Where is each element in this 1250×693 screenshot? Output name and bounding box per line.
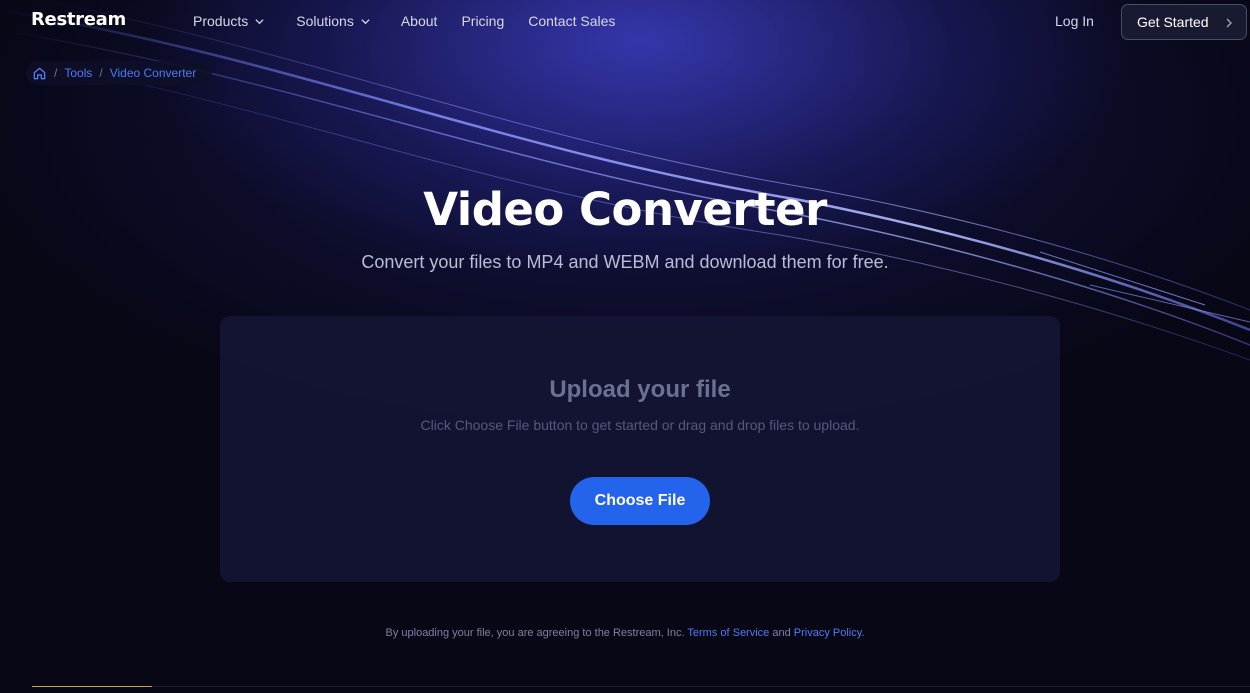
nav-item-label: Contact Sales (528, 13, 616, 29)
nav-item-pricing[interactable]: Pricing (461, 13, 504, 29)
chevron-right-icon (1226, 18, 1232, 28)
chevron-down-icon (255, 18, 264, 24)
note-prefix: By uploading your file, you are agreeing… (385, 627, 685, 639)
nav-item-label: Pricing (461, 13, 505, 29)
nav-item-products[interactable]: Products (193, 13, 264, 29)
chevron-down-icon (361, 18, 370, 24)
note-suffix: . (861, 627, 865, 639)
bottom-divider (152, 686, 1250, 687)
upload-title: Upload your file (549, 376, 731, 403)
restream-logo[interactable]: Restream (31, 9, 126, 30)
page-title: Video Converter (423, 183, 827, 236)
page-subtitle: Convert your files to MP4 and WEBM and d… (361, 252, 889, 272)
upload-dropzone[interactable]: Upload your file Click Choose File butto… (220, 316, 1060, 582)
privacy-policy-link[interactable]: Privacy Policy (794, 627, 862, 639)
breadcrumb-separator: / (54, 66, 58, 80)
nav-item-label: About (400, 13, 438, 29)
login-link[interactable]: Log In (1055, 13, 1094, 29)
home-icon[interactable] (32, 66, 47, 81)
breadcrumb-separator: / (99, 66, 103, 80)
note-conjunction: and (772, 627, 791, 639)
upload-agreement-note: By uploading your file, you are agreeing… (0, 627, 1250, 639)
nav-item-solutions[interactable]: Solutions (296, 13, 370, 29)
nav-item-label: Solutions (296, 13, 354, 29)
get-started-button[interactable]: Get Started (1121, 4, 1247, 40)
nav-item-about[interactable]: About (401, 13, 438, 29)
main-menu: Products Solutions About Pricing Contact… (193, 13, 615, 29)
nav-item-contact-sales[interactable]: Contact Sales (528, 13, 615, 29)
choose-file-button[interactable]: Choose File (570, 477, 710, 525)
breadcrumb-tools[interactable]: Tools (64, 66, 92, 80)
upload-description: Click Choose File button to get started … (420, 417, 860, 433)
get-started-label: Get Started (1137, 14, 1209, 30)
nav-item-label: Products (193, 13, 249, 29)
terms-of-service-link[interactable]: Terms of Service (687, 627, 769, 639)
breadcrumb: / Tools / Video Converter (26, 61, 213, 85)
breadcrumb-current: Video Converter (109, 66, 197, 80)
top-navigation: Restream Products Solutions About Pricin… (0, 0, 1250, 44)
progress-accent-line (32, 686, 152, 687)
